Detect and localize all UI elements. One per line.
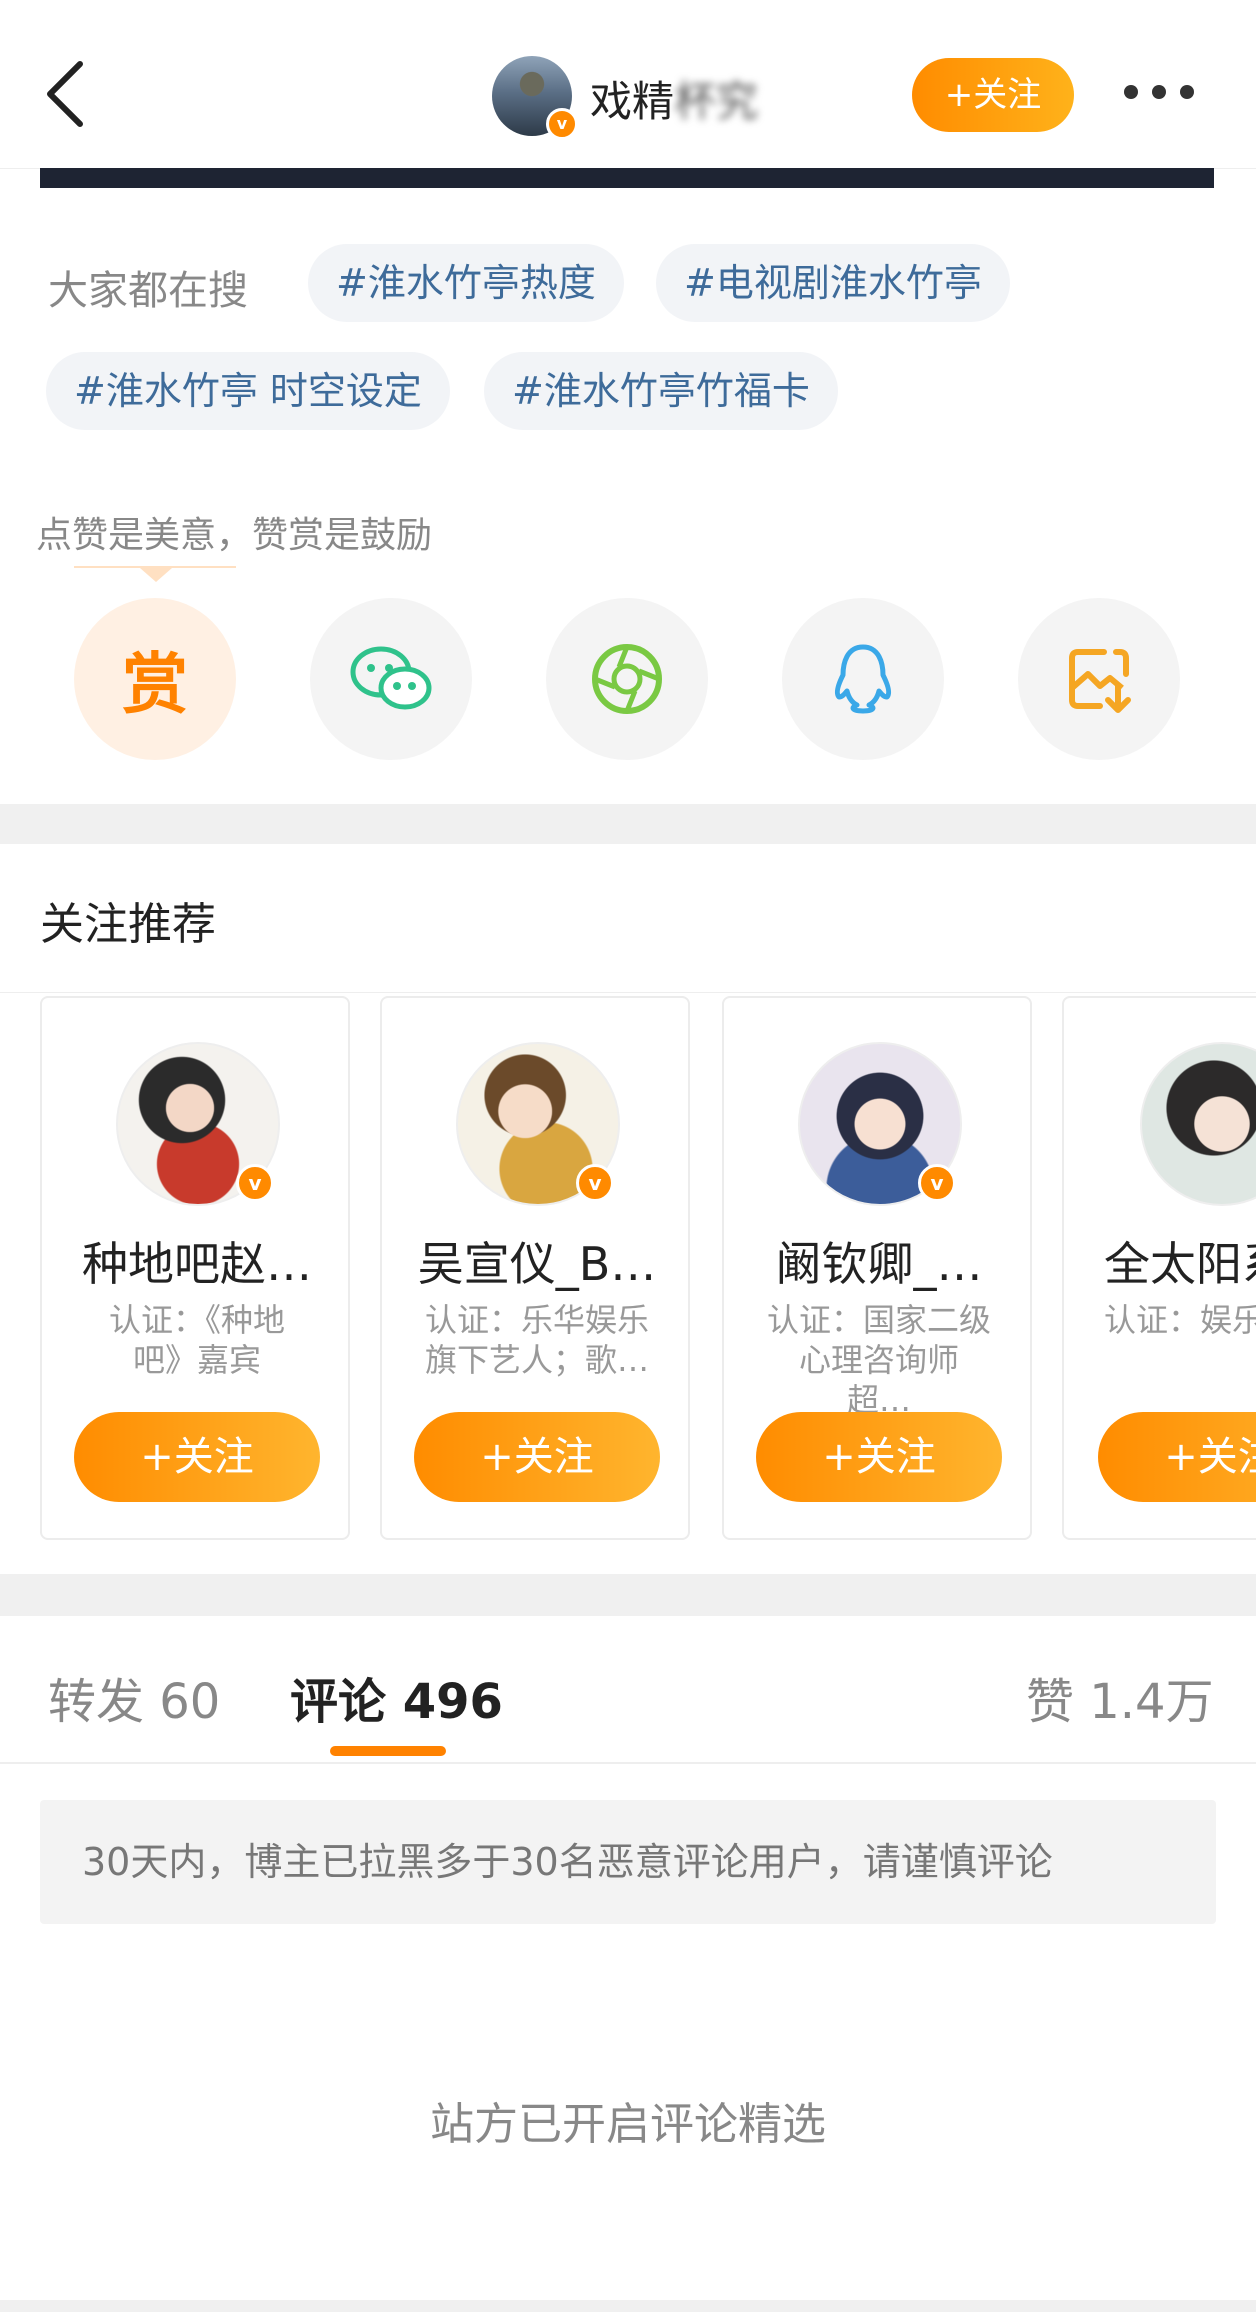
post-media-bottom-edge: [40, 168, 1214, 188]
trending-tag[interactable]: #电视剧淮水竹亭: [656, 244, 1010, 322]
chevron-left-icon: [47, 61, 83, 127]
recommend-title: 关注推荐: [40, 899, 216, 950]
follow-button[interactable]: +关注: [74, 1412, 320, 1502]
back-button[interactable]: [40, 58, 90, 130]
author-name-visible: 戏精: [590, 77, 675, 126]
author-name[interactable]: 戏精杯究: [590, 68, 758, 129]
follow-button[interactable]: +关注: [1098, 1412, 1256, 1502]
save-image-button[interactable]: [1018, 598, 1180, 760]
wechat-icon: [350, 646, 432, 710]
recommend-card[interactable]: v 吴宣仪_B… 认证：乐华娱乐 旗下艺人；歌… +关注: [380, 996, 690, 1540]
section-divider: [0, 804, 1256, 844]
user-name-text: 全太阳系: [1104, 1237, 1256, 1291]
bottom-divider: [0, 2300, 1256, 2312]
recommend-card[interactable]: v 种地吧赵… 认证：《种地 吧》嘉宾 +关注: [40, 996, 350, 1540]
divider: [0, 1762, 1256, 1764]
share-qq-button[interactable]: [782, 598, 944, 760]
user-avatar[interactable]: [1140, 1042, 1256, 1206]
more-options-button[interactable]: [1124, 84, 1202, 106]
trending-tag[interactable]: #淮水竹亭竹福卡: [484, 352, 838, 430]
user-name[interactable]: 吴宣仪_B…: [382, 1228, 688, 1294]
user-verification: 认证：娱乐: [1104, 1300, 1256, 1340]
recommend-card[interactable]: v 阚钦卿_… 认证：国家二级 心理咨询师 超… +关注: [722, 996, 1032, 1540]
tab-comment[interactable]: 评论 496: [290, 1662, 503, 1732]
trending-tag[interactable]: #淮水竹亭热度: [308, 244, 624, 322]
dot-icon: [1152, 85, 1166, 99]
save-image-icon: [1069, 649, 1131, 713]
active-tab-indicator: [330, 1746, 446, 1756]
reward-button[interactable]: 赏: [74, 598, 236, 760]
section-divider: [0, 1574, 1256, 1616]
user-verification: 认证：国家二级 心理咨询师 超…: [764, 1300, 994, 1420]
user-verification: 认证：乐华娱乐 旗下艺人；歌…: [422, 1300, 652, 1380]
tab-repost[interactable]: 转发 60: [48, 1662, 220, 1732]
follow-button[interactable]: +关注: [756, 1412, 1002, 1502]
user-verification: 认证：《种地 吧》嘉宾: [82, 1300, 312, 1380]
reward-prompt: 点赞是美意，赞赏是鼓励: [36, 515, 433, 556]
user-name[interactable]: 种地吧赵…: [42, 1228, 348, 1294]
desc-line: 认证：乐华娱乐: [424, 1301, 649, 1339]
reward-icon: 赏: [122, 646, 188, 723]
verified-badge-icon: v: [546, 108, 578, 140]
desc-line: 认证：国家二级: [766, 1301, 991, 1339]
desc-line: 认证：《种地: [108, 1301, 285, 1339]
user-name[interactable]: 全太阳系: [1104, 1228, 1256, 1294]
qq-icon: [834, 644, 892, 714]
desc-line: 认证：娱乐: [1104, 1301, 1256, 1339]
comment-warning-notice: 30天内，博主已拉黑多于30名恶意评论用户，请谨慎评论: [40, 1800, 1216, 1924]
verified-badge-icon: v: [236, 1164, 274, 1202]
verified-badge-icon: v: [576, 1164, 614, 1202]
desc-line: 吧》嘉宾: [132, 1341, 261, 1379]
share-wechat-button[interactable]: [310, 598, 472, 760]
trending-tag[interactable]: #淮水竹亭 时空设定: [46, 352, 450, 430]
dot-icon: [1180, 85, 1194, 99]
moments-icon: [592, 644, 662, 714]
author-name-obscured: 杯究: [674, 77, 759, 126]
divider: [0, 992, 1256, 993]
trending-label: 大家都在搜: [48, 268, 248, 314]
header-follow-button[interactable]: +关注: [912, 58, 1074, 132]
desc-line: 旗下艺人；歌…: [424, 1341, 649, 1379]
recommend-card[interactable]: 全太阳系 认证：娱乐 +关注: [1062, 996, 1256, 1540]
share-moments-button[interactable]: [546, 598, 708, 760]
comment-selection-notice: 站方已开启评论精选: [430, 2099, 826, 2150]
user-name[interactable]: 阚钦卿_…: [724, 1228, 1030, 1294]
follow-button[interactable]: +关注: [414, 1412, 660, 1502]
tab-like[interactable]: 赞 1.4万: [1026, 1662, 1214, 1732]
desc-line: 心理咨询师 超…: [798, 1341, 959, 1419]
reward-pointer-arrow: [140, 568, 172, 582]
dot-icon: [1124, 85, 1138, 99]
verified-badge-icon: v: [918, 1164, 956, 1202]
